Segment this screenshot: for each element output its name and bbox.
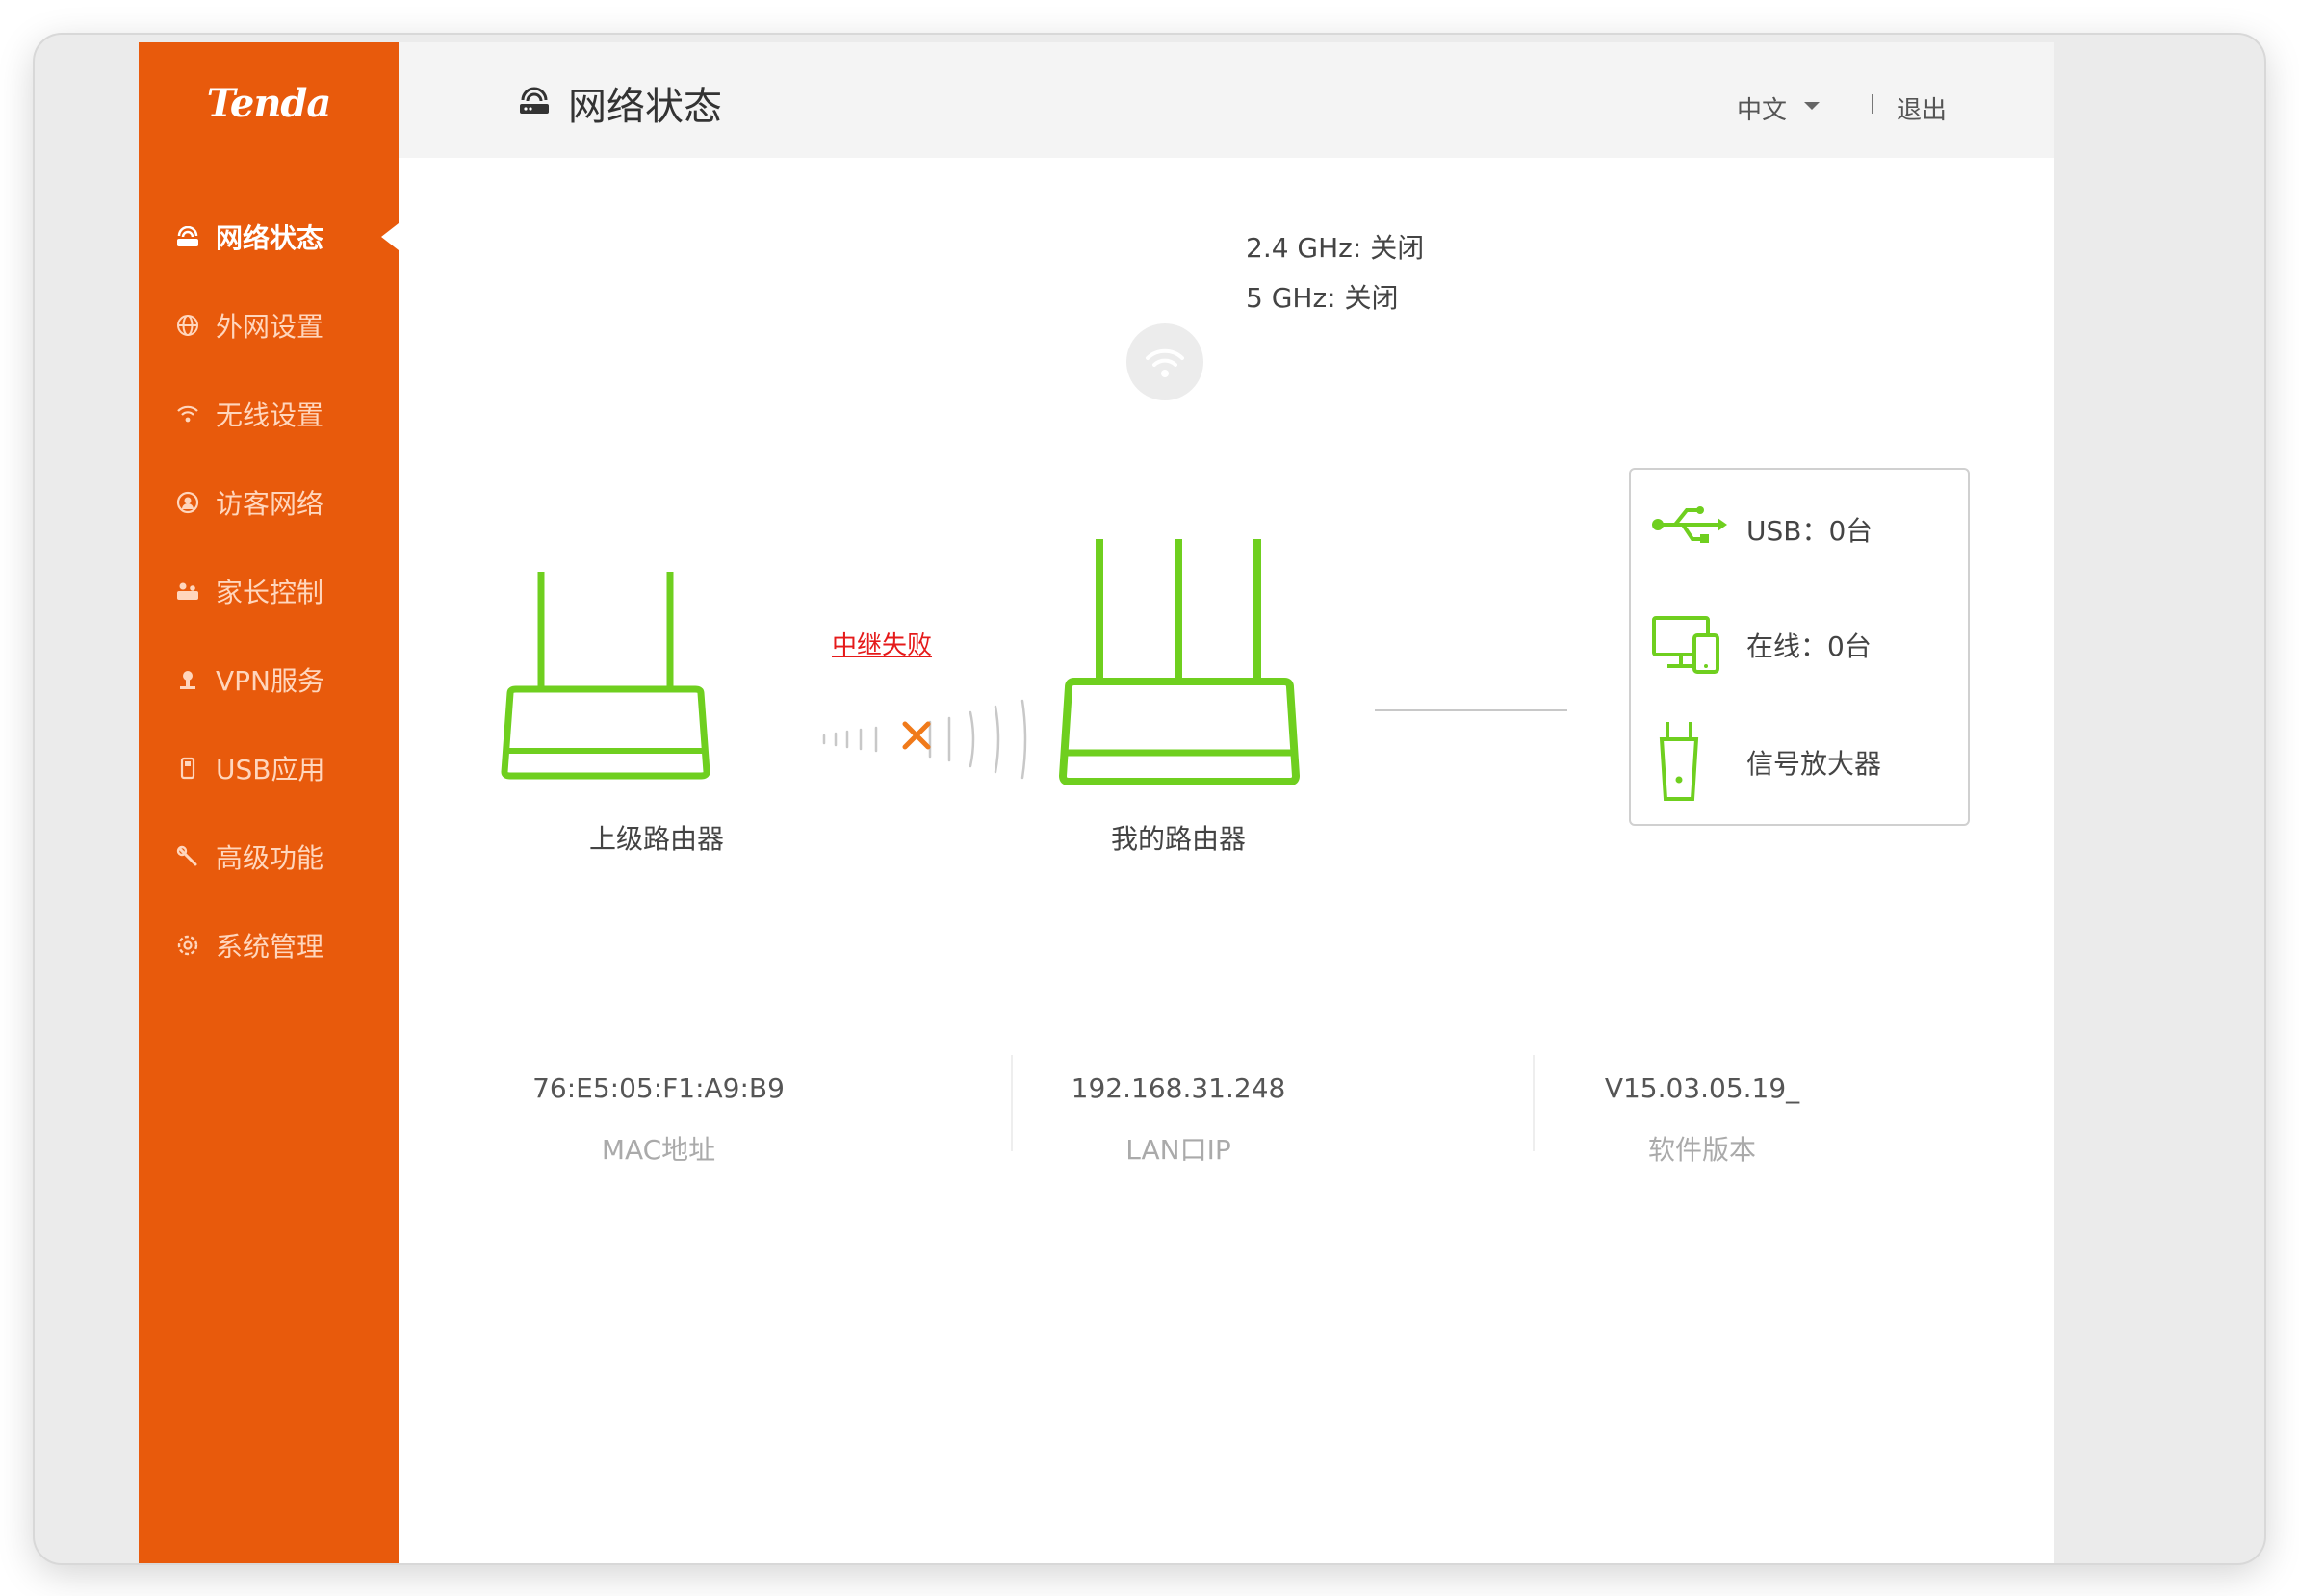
sidebar-item-wireless-settings[interactable]: 无线设置 <box>139 385 399 443</box>
sidebar-item-label: 无线设置 <box>216 399 324 431</box>
lan-ip-value: 192.168.31.248 <box>1071 1072 1286 1104</box>
sidebar-item-usb-apps[interactable]: USB应用 <box>139 739 399 797</box>
chevron-down-icon[interactable] <box>1804 102 1820 110</box>
main-content: 网络状态 中文 退出 2.4 GHz: 关闭 5 GHz: 关闭 上级路由器 中… <box>399 42 2054 1563</box>
stat-mac: 76:E5:05:F1:A9:B9 MAC地址 <box>399 1072 918 1168</box>
settings-icon <box>175 933 200 958</box>
page-header: 网络状态 中文 退出 <box>399 42 2054 158</box>
firmware-version-value: V15.03.05.19_ <box>1604 1072 1800 1104</box>
my-router-label: 我的路由器 <box>1110 823 1246 855</box>
sidebar-item-advanced[interactable]: 高级功能 <box>139 828 399 886</box>
sidebar-item-network-status[interactable]: 网络状态 <box>139 208 399 266</box>
language-selector[interactable]: 中文 <box>1737 90 1787 126</box>
browser-window: Tenda 网络状态 外网设置 无线设置 访客网络 家长控制 VPN服务 USB… <box>35 35 2264 1563</box>
connected-devices-panel: USB：0台 在线：0台 信号放大器 <box>1629 468 1970 826</box>
sidebar-item-label: 家长控制 <box>216 577 324 608</box>
tenda-logo: Tenda <box>206 81 332 126</box>
parental-icon <box>175 579 200 604</box>
router-icon <box>518 87 551 119</box>
sidebar-item-vpn[interactable]: VPN服务 <box>139 651 399 708</box>
wifi-icon <box>1146 348 1184 377</box>
active-indicator <box>381 223 399 250</box>
wifi-5ghz-status: 5 GHz: 关闭 <box>1246 282 1399 314</box>
upstream-router-label: 上级路由器 <box>588 823 724 855</box>
usb-count: USB：0台 <box>1746 515 1873 547</box>
my-router-icon <box>1058 539 1301 785</box>
lan-connector-line <box>1375 709 1567 711</box>
sidebar-item-parental-control[interactable]: 家长控制 <box>139 562 399 620</box>
close-icon <box>902 721 931 750</box>
online-devices-icon <box>1650 614 1723 680</box>
guest-icon <box>175 490 200 515</box>
sidebar-item-label: 系统管理 <box>216 931 324 963</box>
sidebar-item-wan-settings[interactable]: 外网设置 <box>139 296 399 354</box>
upstream-router-icon <box>501 572 710 780</box>
router-icon <box>175 224 200 249</box>
firmware-version-label: 软件版本 <box>1647 1134 1756 1166</box>
sidebar: Tenda 网络状态 外网设置 无线设置 访客网络 家长控制 VPN服务 USB… <box>139 42 399 1563</box>
extender-label: 信号放大器 <box>1746 748 1882 780</box>
sidebar-item-label: VPN服务 <box>216 665 324 697</box>
logout-link[interactable]: 退出 <box>1897 90 1947 126</box>
extender-icon <box>1650 720 1708 807</box>
sidebar-item-label: 高级功能 <box>216 842 324 874</box>
relay-fail-link[interactable]: 中继失败 <box>832 626 932 661</box>
globe-icon <box>175 313 200 338</box>
usb-icon <box>1650 501 1727 553</box>
header-divider <box>1872 94 1873 114</box>
sidebar-item-guest-network[interactable]: 访客网络 <box>139 474 399 531</box>
wrench-icon <box>175 844 200 869</box>
sidebar-item-label: USB应用 <box>216 754 325 785</box>
lan-ip-label: LAN口IP <box>1125 1134 1231 1166</box>
mac-address-value: 76:E5:05:F1:A9:B9 <box>532 1072 785 1104</box>
sidebar-item-label: 外网设置 <box>216 311 324 343</box>
sidebar-item-system-admin[interactable]: 系统管理 <box>139 916 399 974</box>
page-title: 网络状态 <box>568 85 722 129</box>
mac-address-label: MAC地址 <box>601 1134 716 1166</box>
sidebar-item-label: 访客网络 <box>216 488 324 520</box>
stat-lan-ip: 192.168.31.248 LAN口IP <box>918 1072 1438 1168</box>
sidebar-item-label: 网络状态 <box>216 222 324 254</box>
vpn-icon <box>175 667 200 692</box>
wifi-24ghz-status: 2.4 GHz: 关闭 <box>1246 232 1425 264</box>
online-count: 在线：0台 <box>1746 631 1872 662</box>
usb-icon <box>175 756 200 781</box>
stat-firmware: V15.03.05.19_ 软件版本 <box>1442 1072 1962 1168</box>
wifi-toggle[interactable] <box>1126 323 1203 400</box>
wifi-icon <box>175 401 200 426</box>
